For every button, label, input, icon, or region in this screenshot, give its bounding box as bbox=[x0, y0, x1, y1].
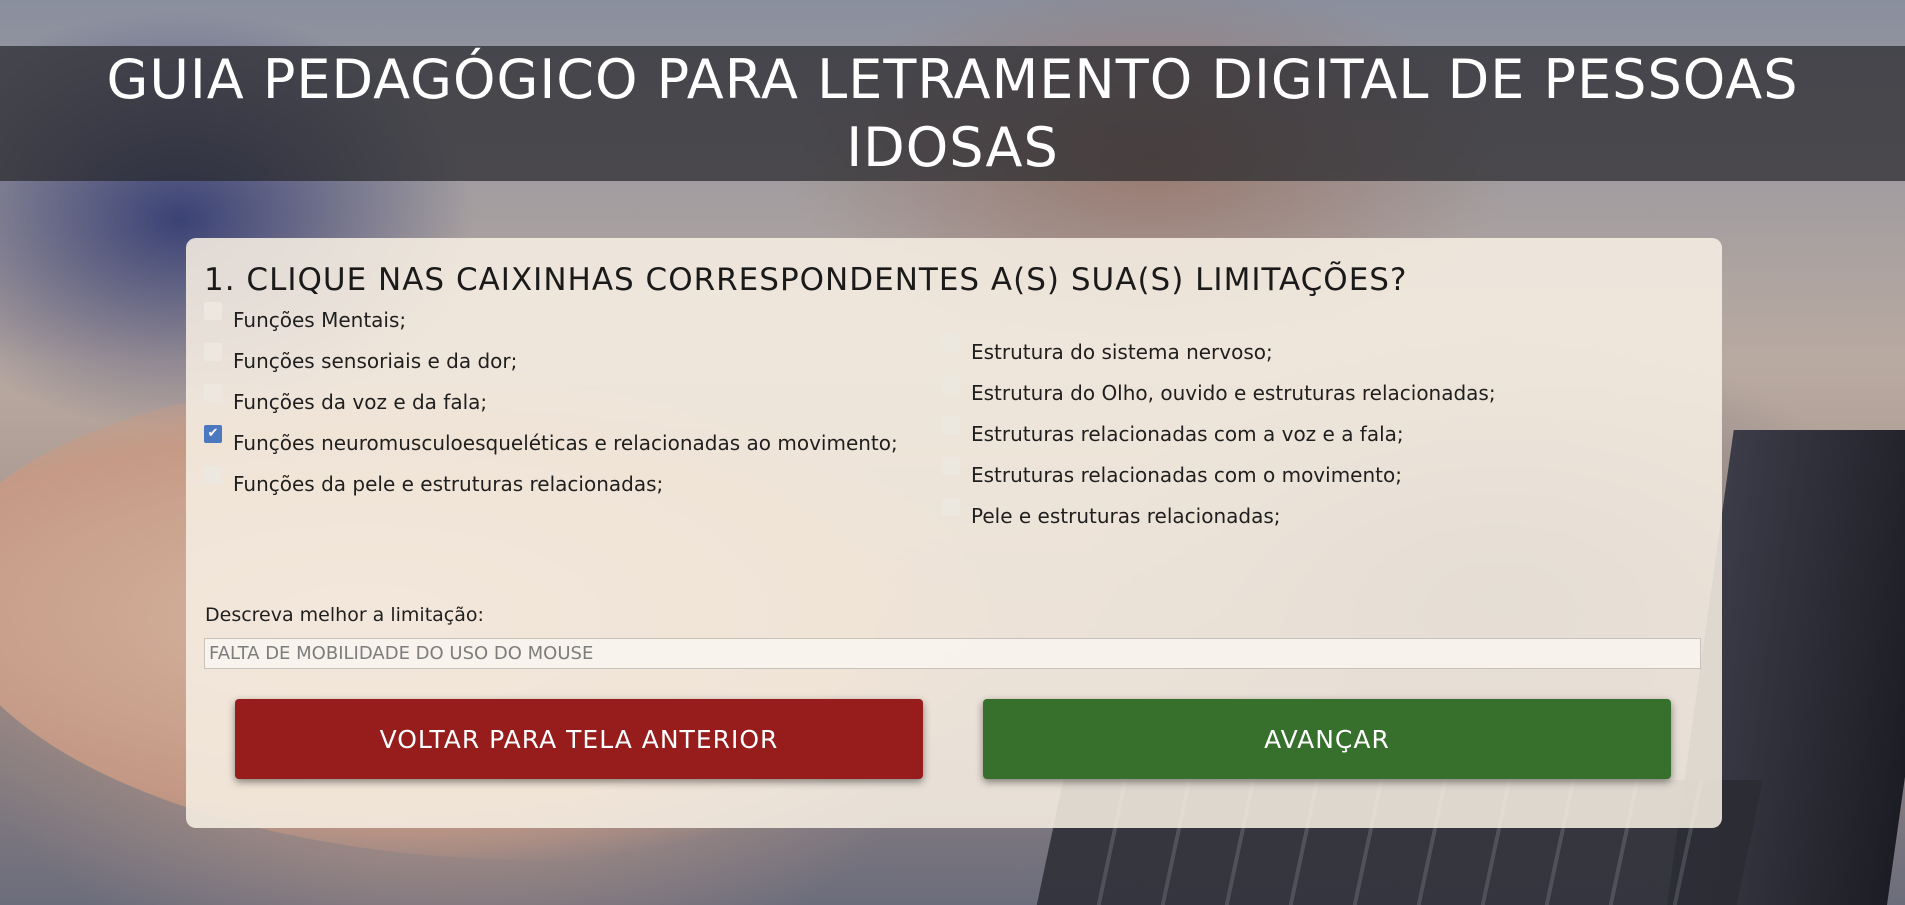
checkbox[interactable] bbox=[942, 334, 960, 352]
option-mental-functions[interactable]: Funções Mentais; bbox=[204, 302, 949, 336]
describe-input[interactable] bbox=[204, 638, 1701, 669]
option-voice-speech-structures[interactable]: Estruturas relacionadas com a voz e a fa… bbox=[942, 416, 1682, 450]
option-label: Funções neuromusculoesqueléticas e relac… bbox=[233, 431, 898, 455]
option-label: Estrutura do Olho, ouvido e estruturas r… bbox=[971, 381, 1496, 405]
form-panel: 1. CLIQUE NAS CAIXINHAS CORRESPONDENTES … bbox=[186, 238, 1722, 828]
option-label: Estruturas relacionadas com a voz e a fa… bbox=[971, 422, 1404, 446]
option-skin-structures[interactable]: Pele e estruturas relacionadas; bbox=[942, 498, 1682, 532]
option-sensory-functions[interactable]: Funções sensoriais e da dor; bbox=[204, 343, 949, 377]
checkbox[interactable] bbox=[942, 416, 960, 434]
option-label: Funções da voz e da fala; bbox=[233, 390, 488, 414]
checkmark-icon: ✔ bbox=[207, 426, 219, 441]
title-bar: GUIA PEDAGÓGICO PARA LETRAMENTO DIGITAL … bbox=[0, 46, 1905, 181]
options-left-column: Funções Mentais; Funções sensoriais e da… bbox=[204, 302, 949, 509]
next-button[interactable]: AVANÇAR bbox=[983, 699, 1671, 779]
option-skin-functions[interactable]: Funções da pele e estruturas relacionada… bbox=[204, 466, 949, 500]
option-nervous-system-structure[interactable]: Estrutura do sistema nervoso; bbox=[942, 334, 1682, 368]
option-voice-speech-functions[interactable]: Funções da voz e da fala; bbox=[204, 384, 949, 418]
checkbox-checked[interactable]: ✔ bbox=[204, 425, 222, 443]
option-label: Funções da pele e estruturas relacionada… bbox=[233, 472, 664, 496]
option-label: Pele e estruturas relacionadas; bbox=[971, 504, 1281, 528]
checkbox[interactable] bbox=[204, 302, 222, 320]
option-label: Estrutura do sistema nervoso; bbox=[971, 340, 1273, 364]
option-label: Funções Mentais; bbox=[233, 308, 407, 332]
option-eye-ear-structure[interactable]: Estrutura do Olho, ouvido e estruturas r… bbox=[942, 375, 1682, 409]
option-label: Estruturas relacionadas com o movimento; bbox=[971, 463, 1402, 487]
option-movement-structures[interactable]: Estruturas relacionadas com o movimento; bbox=[942, 457, 1682, 491]
describe-label: Descreva melhor a limitação: bbox=[205, 604, 484, 626]
options-right-column: Estrutura do sistema nervoso; Estrutura … bbox=[942, 334, 1682, 541]
option-neuromusculoskeletal-functions[interactable]: ✔ Funções neuromusculoesqueléticas e rel… bbox=[204, 425, 949, 459]
page-title: GUIA PEDAGÓGICO PARA LETRAMENTO DIGITAL … bbox=[106, 47, 1799, 179]
question-heading: 1. CLIQUE NAS CAIXINHAS CORRESPONDENTES … bbox=[204, 262, 1408, 298]
checkbox[interactable] bbox=[204, 466, 222, 484]
checkbox[interactable] bbox=[204, 343, 222, 361]
option-label: Funções sensoriais e da dor; bbox=[233, 349, 518, 373]
checkbox[interactable] bbox=[942, 457, 960, 475]
checkbox[interactable] bbox=[204, 384, 222, 402]
checkbox[interactable] bbox=[942, 498, 960, 516]
checkbox[interactable] bbox=[942, 375, 960, 393]
back-button[interactable]: VOLTAR PARA TELA ANTERIOR bbox=[235, 699, 923, 779]
